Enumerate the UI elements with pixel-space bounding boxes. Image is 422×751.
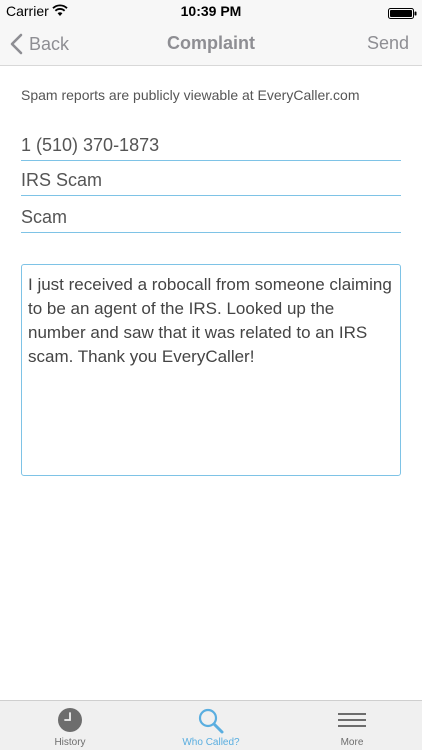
- page-title: Complaint: [167, 33, 255, 53]
- tab-more-label: More: [340, 737, 364, 748]
- status-time: 10:39 PM: [180, 3, 242, 19]
- tab-history-label: History: [54, 737, 86, 748]
- complaint-comment-textarea[interactable]: I just received a robocall from someone …: [21, 264, 401, 476]
- tab-history[interactable]: History: [0, 701, 140, 751]
- tab-more[interactable]: More: [282, 701, 422, 751]
- phone-number-field[interactable]: [21, 131, 401, 161]
- tab-who-called[interactable]: Who Called?: [141, 701, 281, 751]
- subject-field[interactable]: [21, 166, 401, 196]
- tab-bar: History Who Called? More: [0, 700, 422, 750]
- spam-notice: Spam reports are publicly viewable at Ev…: [21, 87, 360, 103]
- battery-icon: [388, 6, 418, 19]
- tab-who-called-label: Who Called?: [182, 737, 240, 748]
- search-icon: [197, 707, 225, 735]
- send-button[interactable]: Send: [367, 33, 409, 54]
- status-bar: Carrier 10:39 PM: [0, 0, 422, 22]
- navigation-bar: Back Complaint Send: [0, 22, 422, 66]
- category-field[interactable]: [21, 203, 401, 233]
- menu-icon: [337, 707, 367, 733]
- clock-icon: [57, 707, 83, 733]
